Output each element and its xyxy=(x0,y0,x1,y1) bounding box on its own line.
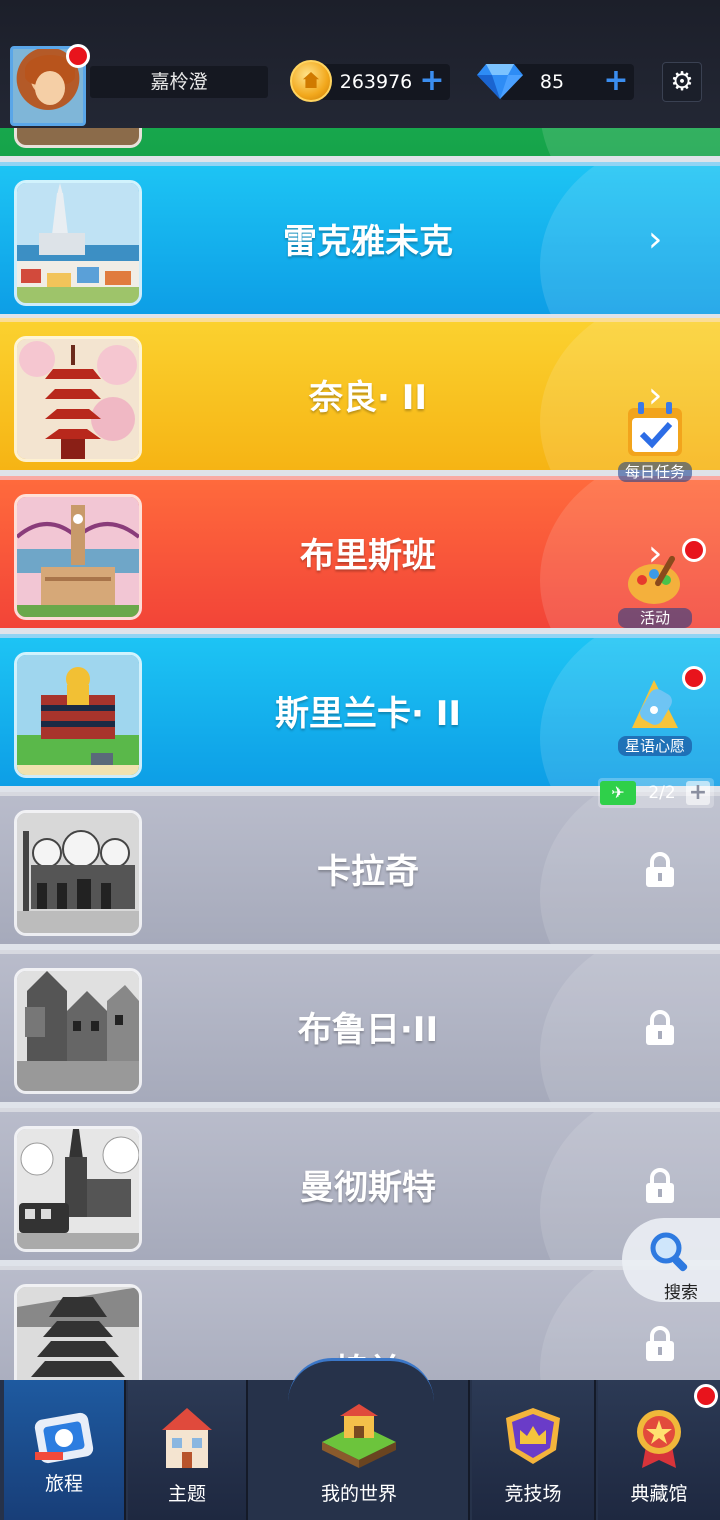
star-wish-widget[interactable]: 星语心愿 xyxy=(618,676,692,756)
wish-bottle-icon xyxy=(632,680,678,728)
brisbane-thumbnail xyxy=(14,494,142,620)
add-flight-button[interactable]: + xyxy=(686,781,710,805)
coin-icon xyxy=(290,60,332,102)
flight-tickets-counter: ✈ 2/2 + xyxy=(598,778,714,808)
daily-tasks-label: 每日任务 xyxy=(618,462,692,482)
gear-icon: ⚙ xyxy=(670,67,694,97)
flight-tickets-value: 2/2 xyxy=(648,783,676,803)
star-wish-notification-dot xyxy=(682,666,706,690)
settings-button[interactable]: ⚙ xyxy=(662,62,702,102)
chevron-right-icon: › xyxy=(648,219,663,260)
world-island-icon xyxy=(322,1404,396,1468)
city-row-sri-lanka[interactable]: 斯里兰卡· II xyxy=(0,634,720,786)
city-name: 卡拉奇 xyxy=(317,852,419,892)
city-row-brisbane[interactable]: 布里斯班 › xyxy=(0,476,720,628)
diamond-icon xyxy=(477,64,523,99)
city-row-nara[interactable]: 奈良· II › xyxy=(0,318,720,470)
sri-lanka-thumbnail xyxy=(14,652,142,778)
bottom-navigation: 旅程 主题 我的世界 竞技场 典藏馆 xyxy=(0,1358,720,1520)
city-name: 布鲁日·II xyxy=(297,1010,439,1050)
city-row-bruges[interactable]: 布鲁日·II xyxy=(0,950,720,1102)
city-name: 布里斯班 xyxy=(300,536,436,576)
house-icon xyxy=(162,1408,212,1468)
city-name: 雷克雅未克 xyxy=(283,222,453,262)
camera-album-icon xyxy=(34,1412,94,1464)
city-row-manchester[interactable]: 曼彻斯特 xyxy=(0,1108,720,1260)
nav-my-world[interactable]: 我的世界 xyxy=(250,1380,470,1520)
nav-collection-label: 典藏馆 xyxy=(630,1483,688,1505)
nav-arena[interactable]: 竞技场 xyxy=(472,1380,596,1520)
city-name: 斯里兰卡· II xyxy=(274,694,462,734)
lock-icon xyxy=(646,1326,674,1361)
player-name: 嘉柃澄 xyxy=(90,66,268,98)
crown-shield-icon xyxy=(506,1408,560,1464)
nav-theme[interactable]: 主题 xyxy=(128,1380,248,1520)
palette-icon xyxy=(628,555,680,604)
search-label: 搜索 xyxy=(664,1283,698,1303)
nav-my-world-label: 我的世界 xyxy=(320,1483,397,1505)
lock-icon xyxy=(646,1168,674,1203)
events-widget[interactable]: 活动 xyxy=(618,548,692,628)
manchester-thumbnail xyxy=(14,1126,142,1252)
bruges-thumbnail xyxy=(14,968,142,1094)
search-button[interactable]: 搜索 xyxy=(622,1218,720,1303)
city-list[interactable]: 雷克雅未克 › 奈良· II › 布里斯班 › 斯里兰卡· II 卡拉奇 布鲁日… xyxy=(0,128,720,1380)
nav-journey-label: 旅程 xyxy=(44,1473,83,1495)
plane-icon: ✈ xyxy=(600,781,636,805)
reykjavik-thumbnail xyxy=(14,180,142,306)
nav-arena-label: 竞技场 xyxy=(504,1483,562,1505)
events-notification-dot xyxy=(682,538,706,562)
city-row-karachi[interactable]: 卡拉奇 xyxy=(0,792,720,944)
city-thumbnail xyxy=(14,128,142,148)
nara-thumbnail xyxy=(14,336,142,462)
collection-notification-dot xyxy=(694,1384,718,1408)
lock-icon xyxy=(646,1010,674,1045)
city-row-reykjavik[interactable]: 雷克雅未克 › xyxy=(0,162,720,314)
coin-value: 263976 xyxy=(339,71,413,93)
add-coins-button[interactable]: + xyxy=(416,66,448,98)
top-bar: 嘉柃澄 263976 + 85 + ⚙ xyxy=(0,0,720,128)
city-name: 曼彻斯特 xyxy=(300,1168,436,1208)
star-wish-label: 星语心愿 xyxy=(618,736,692,756)
calendar-check-icon xyxy=(628,402,682,456)
nav-theme-label: 主题 xyxy=(167,1483,206,1505)
events-label: 活动 xyxy=(618,608,692,628)
avatar-face xyxy=(35,71,65,105)
karachi-thumbnail xyxy=(14,810,142,936)
city-name: 奈良· II xyxy=(308,378,428,418)
add-gems-button[interactable]: + xyxy=(600,66,632,98)
daily-tasks-widget[interactable]: 每日任务 xyxy=(618,398,692,482)
lock-icon xyxy=(646,852,674,887)
row-highlight xyxy=(540,128,720,156)
medan-thumbnail xyxy=(14,1284,142,1380)
city-row-partial[interactable] xyxy=(0,128,720,156)
avatar-notification-dot xyxy=(66,44,90,68)
magnifier-icon xyxy=(650,1232,688,1272)
nav-journey[interactable]: 旅程 xyxy=(4,1380,126,1520)
medal-icon xyxy=(637,1410,681,1468)
